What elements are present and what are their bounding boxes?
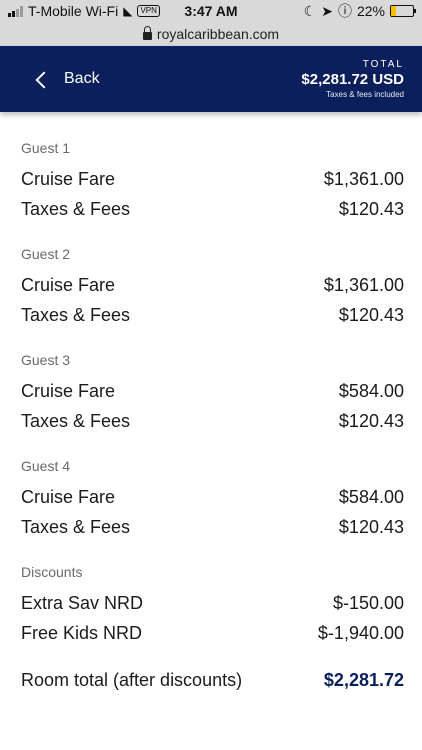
line-item-name: Cruise Fare	[21, 380, 116, 401]
line-item-amount: $-150.00	[332, 592, 404, 613]
url-bar[interactable]: royalcaribbean.com	[0, 22, 422, 46]
section-guest-4: Guest 4 Cruise Fare $584.00 Taxes & Fees…	[21, 458, 404, 542]
line-item-name: Taxes & Fees	[21, 410, 131, 431]
line-item-amount: $1,361.00	[323, 168, 404, 189]
status-bar: T-Mobile Wi-Fi ◣ VPN 3:47 AM ☾ ➤ ⓘ 22%	[0, 0, 422, 22]
section-guest-2: Guest 2 Cruise Fare $1,361.00 Taxes & Fe…	[21, 246, 404, 330]
line-item: Free Kids NRD $-1,940.00	[21, 618, 404, 648]
total-label: TOTAL	[362, 59, 404, 70]
line-item: Extra Sav NRD $-150.00	[21, 588, 404, 618]
headphones-icon: ⓘ	[337, 3, 352, 19]
signal-icon	[8, 5, 23, 17]
room-total-row: Room total (after discounts) $2,281.72	[21, 670, 404, 691]
line-item-name: Cruise Fare	[21, 168, 116, 189]
clock: 3:47 AM	[184, 3, 238, 19]
back-label: Back	[64, 70, 100, 87]
line-item-amount: $1,361.00	[323, 274, 404, 295]
price-breakdown: Guest 1 Cruise Fare $1,361.00 Taxes & Fe…	[0, 112, 422, 691]
line-item-name: Taxes & Fees	[21, 304, 131, 325]
section-label: Guest 3	[21, 352, 71, 368]
room-total-amount: $2,281.72	[323, 670, 404, 690]
carrier-label: T-Mobile Wi-Fi	[28, 3, 119, 19]
room-total-label: Room total (after discounts)	[21, 670, 243, 690]
back-button[interactable]: Back	[35, 70, 100, 88]
total-note: Taxes & fees included	[326, 90, 404, 99]
line-item: Cruise Fare $584.00	[21, 376, 404, 406]
line-item-name: Cruise Fare	[21, 486, 116, 507]
wifi-icon: ◣	[123, 4, 133, 18]
line-item: Cruise Fare $1,361.00	[21, 164, 404, 194]
section-guest-1: Guest 1 Cruise Fare $1,361.00 Taxes & Fe…	[21, 140, 404, 224]
line-item-amount: $584.00	[338, 486, 404, 507]
section-label: Guest 1	[21, 140, 71, 156]
line-item-amount: $120.43	[338, 304, 404, 325]
page-header: Back TOTAL $2,281.72 USD Taxes & fees in…	[0, 46, 422, 112]
line-item: Taxes & Fees $120.43	[21, 300, 404, 330]
total-amount: $2,281.72 USD	[301, 71, 404, 88]
line-item-amount: $120.43	[338, 198, 404, 219]
chevron-left-icon	[35, 71, 53, 88]
line-item-amount: $120.43	[338, 410, 404, 431]
line-item-name: Cruise Fare	[21, 274, 116, 295]
line-item: Taxes & Fees $120.43	[21, 512, 404, 542]
section-guest-3: Guest 3 Cruise Fare $584.00 Taxes & Fees…	[21, 352, 404, 436]
line-item-amount: $-1,940.00	[317, 622, 404, 643]
vpn-badge: VPN	[137, 5, 160, 17]
section-label: Discounts	[21, 564, 83, 580]
location-icon: ➤	[321, 2, 333, 19]
lock-icon	[142, 26, 152, 40]
line-item: Taxes & Fees $120.43	[21, 406, 404, 436]
line-item-name: Free Kids NRD	[21, 622, 143, 643]
header-total: TOTAL $2,281.72 USD Taxes & fees include…	[301, 59, 404, 99]
section-label: Guest 2	[21, 246, 71, 262]
line-item: Cruise Fare $584.00	[21, 482, 404, 512]
line-item-name: Extra Sav NRD	[21, 592, 144, 613]
status-right: ☾ ➤ ⓘ 22%	[303, 1, 416, 21]
line-item: Taxes & Fees $120.43	[21, 194, 404, 224]
line-item-amount: $584.00	[338, 380, 404, 401]
section-label: Guest 4	[21, 458, 71, 474]
battery-icon	[390, 5, 416, 17]
battery-percent: 22%	[356, 3, 385, 19]
line-item: Cruise Fare $1,361.00	[21, 270, 404, 300]
section-discounts: Discounts Extra Sav NRD $-150.00 Free Ki…	[21, 564, 404, 648]
line-item-name: Taxes & Fees	[21, 198, 131, 219]
line-item-name: Taxes & Fees	[21, 516, 131, 537]
url-text: royalcaribbean.com	[156, 26, 280, 42]
moon-icon: ☾	[303, 2, 317, 19]
line-item-amount: $120.43	[338, 516, 404, 537]
status-left: T-Mobile Wi-Fi ◣ VPN	[8, 3, 160, 19]
